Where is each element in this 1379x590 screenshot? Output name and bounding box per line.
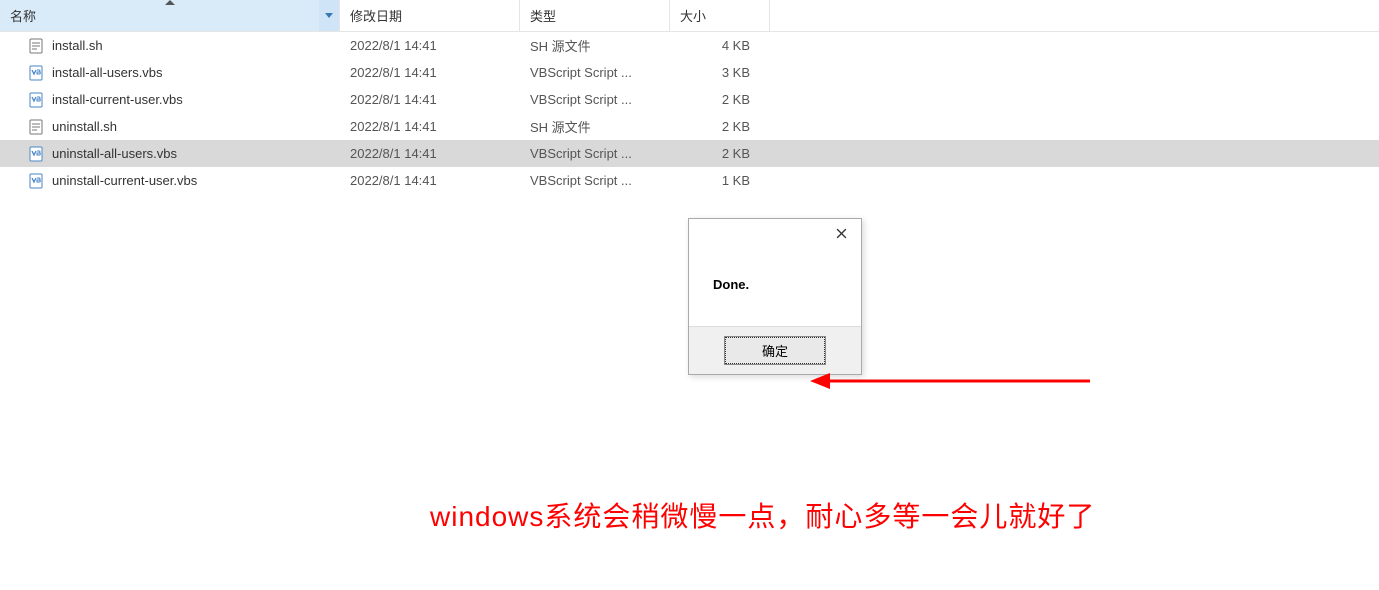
file-type: VBScript Script ... [530, 146, 632, 161]
file-size: 4 KB [722, 38, 750, 53]
file-name: uninstall-current-user.vbs [52, 173, 197, 188]
file-type: VBScript Script ... [530, 65, 632, 80]
file-row[interactable]: install-current-user.vbs 2022/8/1 14:41 VB… [0, 86, 1379, 113]
file-date: 2022/8/1 14:41 [350, 38, 437, 53]
file-name: uninstall-all-users.vbs [52, 146, 177, 161]
file-type: SH 源文件 [530, 36, 591, 55]
column-header-name[interactable]: 名称 [0, 0, 340, 31]
file-size: 3 KB [722, 65, 750, 80]
dialog-footer: 确定 [689, 326, 861, 374]
message-dialog: Done. 确定 [688, 218, 862, 375]
dialog-close-button[interactable] [821, 219, 861, 247]
file-date: 2022/8/1 14:41 [350, 173, 437, 188]
file-size: 2 KB [722, 146, 750, 161]
file-date: 2022/8/1 14:41 [350, 146, 437, 161]
column-size-label: 大小 [680, 6, 706, 25]
column-header-date[interactable]: 修改日期 [340, 0, 520, 31]
file-date: 2022/8/1 14:41 [350, 65, 437, 80]
file-row[interactable]: uninstall-all-users.vbs 2022/8/1 14:41 VBS… [0, 140, 1379, 167]
sort-asc-icon [165, 0, 175, 5]
file-size: 1 KB [722, 173, 750, 188]
column-header-row: 名称 修改日期 类型 大小 [0, 0, 1379, 32]
file-name: install.sh [52, 38, 103, 53]
column-date-label: 修改日期 [350, 6, 402, 25]
file-type: VBScript Script ... [530, 92, 632, 107]
file-row[interactable]: install.sh 2022/8/1 14:41 SH 源文件 4 KB [0, 32, 1379, 59]
file-type: SH 源文件 [530, 117, 591, 136]
file-list: install.sh2022/8/1 14:41SH 源文件4 KBinstal… [0, 32, 1379, 194]
dialog-titlebar [689, 219, 861, 253]
file-row[interactable]: uninstall-current-user.vbs 2022/8/1 14:41… [0, 167, 1379, 194]
file-date: 2022/8/1 14:41 [350, 92, 437, 107]
column-filter-dropdown[interactable] [319, 0, 339, 31]
file-date: 2022/8/1 14:41 [350, 119, 437, 134]
column-header-size[interactable]: 大小 [670, 0, 770, 31]
column-type-label: 类型 [530, 6, 556, 25]
file-row[interactable]: install-all-users.vbs 2022/8/1 14:41 VBScr… [0, 59, 1379, 86]
vbs-file-icon [28, 65, 44, 81]
dialog-message: Done. [689, 253, 861, 326]
file-name: install-all-users.vbs [52, 65, 163, 80]
vbs-file-icon [28, 173, 44, 189]
file-size: 2 KB [722, 92, 750, 107]
chevron-down-icon [325, 13, 333, 18]
sh-file-icon [28, 119, 44, 135]
column-name-label: 名称 [10, 6, 36, 25]
annotation-caption: windows系统会稍微慢一点，耐心多等一会儿就好了 [430, 495, 1095, 535]
file-type: VBScript Script ... [530, 173, 632, 188]
file-row[interactable]: uninstall.sh 2022/8/1 14:41 SH 源文件 2 KB [0, 113, 1379, 140]
vbs-file-icon [28, 146, 44, 162]
column-header-type[interactable]: 类型 [520, 0, 670, 31]
vbs-file-icon [28, 92, 44, 108]
file-size: 2 KB [722, 119, 750, 134]
file-name: uninstall.sh [52, 119, 117, 134]
close-icon [836, 228, 847, 239]
sh-file-icon [28, 38, 44, 54]
file-name: install-current-user.vbs [52, 92, 183, 107]
dialog-ok-button[interactable]: 确定 [725, 337, 825, 364]
